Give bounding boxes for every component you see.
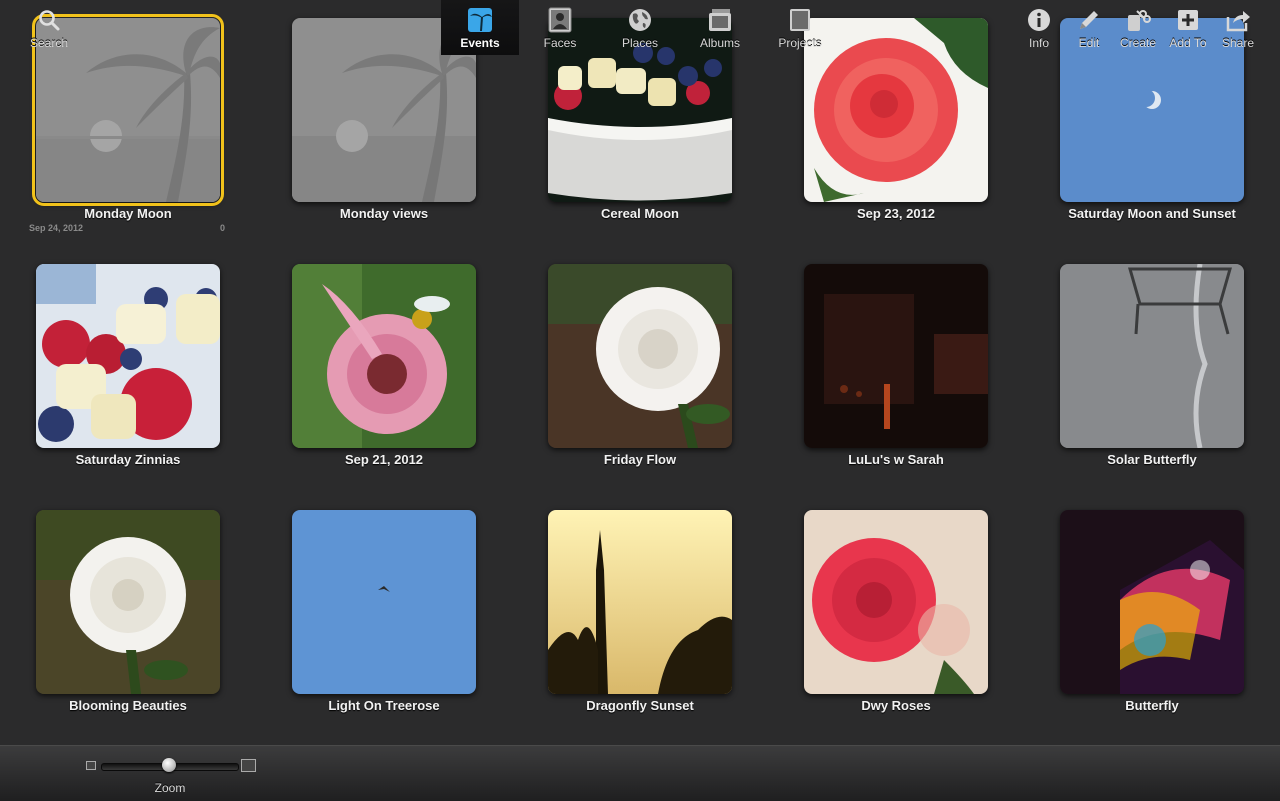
event-title[interactable]: LuLu's w Sarah [774,452,1018,467]
event-thumbnail[interactable] [1060,264,1244,448]
share-label: Share [1221,36,1255,50]
tab-faces[interactable]: Faces [521,0,599,55]
event-thumbnail[interactable] [548,510,732,694]
events-grid: Monday Moon Sep 24, 2012 0 Monday views [0,0,1280,745]
event-date: Sep 24, 2012 [29,223,84,233]
palm-tree-icon [468,8,492,32]
event-title[interactable]: Blooming Beauties [6,698,250,713]
event-thumbnail[interactable] [36,264,220,448]
event-title[interactable]: Cereal Moon [518,206,762,221]
event-thumbnail[interactable] [292,264,476,448]
event-title[interactable]: Sep 21, 2012 [262,452,506,467]
event-title[interactable]: Friday Flow [518,452,762,467]
event-title[interactable]: Sep 23, 2012 [774,206,1018,221]
event-thumbnail[interactable] [36,510,220,694]
tab-events-label: Events [460,36,500,50]
event-title[interactable]: Dragonfly Sunset [518,698,762,713]
search-button[interactable]: Search [18,0,80,55]
add-to-label: Add To [1169,36,1207,50]
event-photo-count: 0 [220,223,226,233]
event-title[interactable]: Monday views [262,206,506,221]
tab-albums[interactable]: Albums [681,0,759,55]
event-title[interactable]: Butterfly [1030,698,1274,713]
zoom-slider-handle[interactable] [162,758,176,772]
album-icon [709,9,731,31]
event-thumbnail[interactable] [804,510,988,694]
tab-projects[interactable]: Projects [761,0,839,55]
edit-label: Edit [1078,36,1100,50]
event-title[interactable]: Monday Moon [6,206,250,221]
plus-icon [1178,10,1198,30]
event-title[interactable]: Solar Butterfly [1030,452,1274,467]
zoom-small-icon[interactable] [86,761,96,770]
share-button[interactable]: Share [1214,0,1262,55]
book-icon [790,9,810,31]
tab-events[interactable]: Events [441,0,519,55]
tab-places-label: Places [621,36,659,50]
info-button[interactable]: Info [1016,0,1062,55]
tab-projects-label: Projects [778,36,822,50]
event-title[interactable]: Saturday Moon and Sunset [1030,206,1274,221]
scissors-icon [1128,10,1151,31]
edit-button[interactable]: Edit [1066,0,1112,55]
event-thumbnail[interactable] [1060,510,1244,694]
pencil-icon [1080,11,1098,29]
search-label: Search [29,36,69,50]
tab-places[interactable]: Places [601,0,679,55]
share-arrow-icon [1226,11,1250,32]
event-title[interactable]: Saturday Zinnias [6,452,250,467]
info-label: Info [1028,36,1049,50]
event-thumbnail[interactable] [548,264,732,448]
create-label: Create [1119,36,1157,50]
event-thumbnail[interactable] [292,510,476,694]
tab-albums-label: Albums [699,36,740,50]
zoom-label: Zoom [154,781,186,795]
event-title[interactable]: Light On Treerose [262,698,506,713]
tab-faces-label: Faces [543,36,577,50]
event-title[interactable]: Dwy Roses [774,698,1018,713]
magnifier-icon [39,10,60,31]
add-to-button[interactable]: Add To [1164,0,1212,55]
portrait-icon [548,7,572,33]
info-icon [1028,9,1050,31]
create-button[interactable]: Create [1114,0,1162,55]
globe-icon [629,9,651,31]
zoom-large-icon[interactable] [241,759,256,772]
event-thumbnail[interactable] [804,264,988,448]
